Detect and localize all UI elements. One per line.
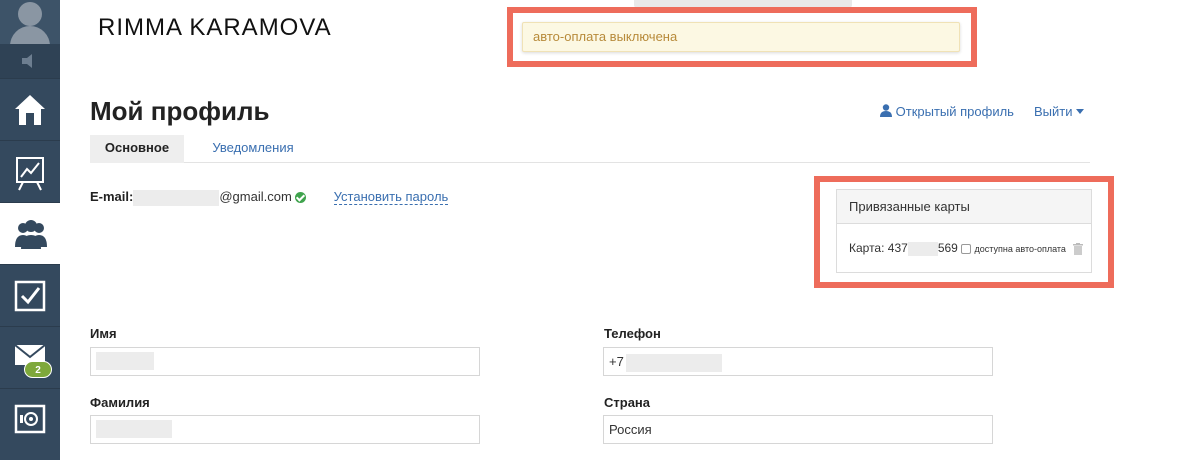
autopay-checkbox[interactable] bbox=[961, 243, 972, 254]
page-title: Мой профиль bbox=[90, 96, 270, 126]
linked-cards-panel: Привязанные карты Карта: 437 569 доступна… bbox=[836, 189, 1092, 273]
open-profile-label: Открытый профиль bbox=[895, 104, 1014, 119]
email-row: E-mail: @gmail.com Установить пароль bbox=[90, 189, 449, 206]
avatar-body bbox=[10, 26, 50, 44]
sidebar-item-safe[interactable] bbox=[0, 388, 60, 450]
card-number-suffix: 569 bbox=[937, 241, 958, 255]
sidebar-item-tasks[interactable] bbox=[0, 264, 60, 326]
country-label: Страна bbox=[604, 395, 651, 410]
user-icon bbox=[880, 104, 892, 117]
last-name-redacted bbox=[96, 420, 172, 438]
autopay-alert: авто-оплата выключена bbox=[522, 22, 960, 52]
first-name-input[interactable] bbox=[90, 347, 480, 376]
profile-tabs: Основное Уведомления bbox=[90, 135, 1090, 163]
phone-label: Телефон bbox=[604, 326, 661, 341]
phone-input[interactable]: +7 bbox=[603, 347, 993, 376]
first-name-label: Имя bbox=[90, 326, 117, 341]
safe-icon bbox=[14, 404, 46, 434]
email-domain: @gmail.com bbox=[219, 189, 292, 204]
sound-toggle[interactable] bbox=[0, 44, 60, 78]
sidebar-item-users[interactable] bbox=[0, 202, 60, 264]
messages-badge: 2 bbox=[24, 361, 52, 378]
first-name-redacted bbox=[96, 352, 154, 370]
chart-board-icon bbox=[16, 157, 44, 191]
card-number-prefix: Карта: 437 bbox=[849, 241, 908, 255]
tab-main[interactable]: Основное bbox=[90, 135, 184, 163]
email-redacted bbox=[133, 189, 220, 206]
caret-down-icon bbox=[1076, 109, 1085, 114]
tab-notifications[interactable]: Уведомления bbox=[198, 135, 308, 163]
card-row: Карта: 437 569 доступна авто-оплата bbox=[837, 224, 1091, 256]
home-icon bbox=[15, 95, 45, 125]
last-name-input[interactable] bbox=[90, 415, 480, 444]
sidebar: 2 bbox=[0, 0, 60, 460]
linked-cards-title: Привязанные карты bbox=[837, 190, 1091, 224]
sidebar-item-stats[interactable] bbox=[0, 140, 60, 202]
sidebar-item-messages[interactable]: 2 bbox=[0, 326, 60, 388]
card-number-redacted bbox=[907, 241, 938, 256]
open-profile-link[interactable]: Открытый профиль bbox=[880, 104, 1014, 119]
verified-icon bbox=[295, 192, 307, 204]
logout-label: Выйти bbox=[1034, 104, 1073, 119]
brand-logo[interactable]: RIMMA KARAMOVA bbox=[98, 14, 332, 42]
last-name-label: Фамилия bbox=[90, 395, 150, 410]
sidebar-item-home[interactable] bbox=[0, 78, 60, 140]
users-icon bbox=[15, 220, 47, 249]
avatar-head bbox=[18, 2, 42, 26]
speaker-icon bbox=[22, 54, 32, 68]
trash-icon[interactable] bbox=[1073, 242, 1084, 255]
checkbox-icon bbox=[14, 280, 46, 312]
autopay-label: доступна авто-оплата bbox=[974, 243, 1066, 254]
set-password-link[interactable]: Установить пароль bbox=[333, 189, 449, 205]
email-label: E-mail: bbox=[90, 189, 134, 204]
phone-redacted bbox=[625, 353, 722, 372]
logout-dropdown[interactable]: Выйти bbox=[1034, 104, 1085, 119]
country-input[interactable]: Россия bbox=[603, 415, 993, 444]
phone-prefix: +7 bbox=[609, 354, 624, 369]
avatar[interactable] bbox=[0, 0, 60, 44]
